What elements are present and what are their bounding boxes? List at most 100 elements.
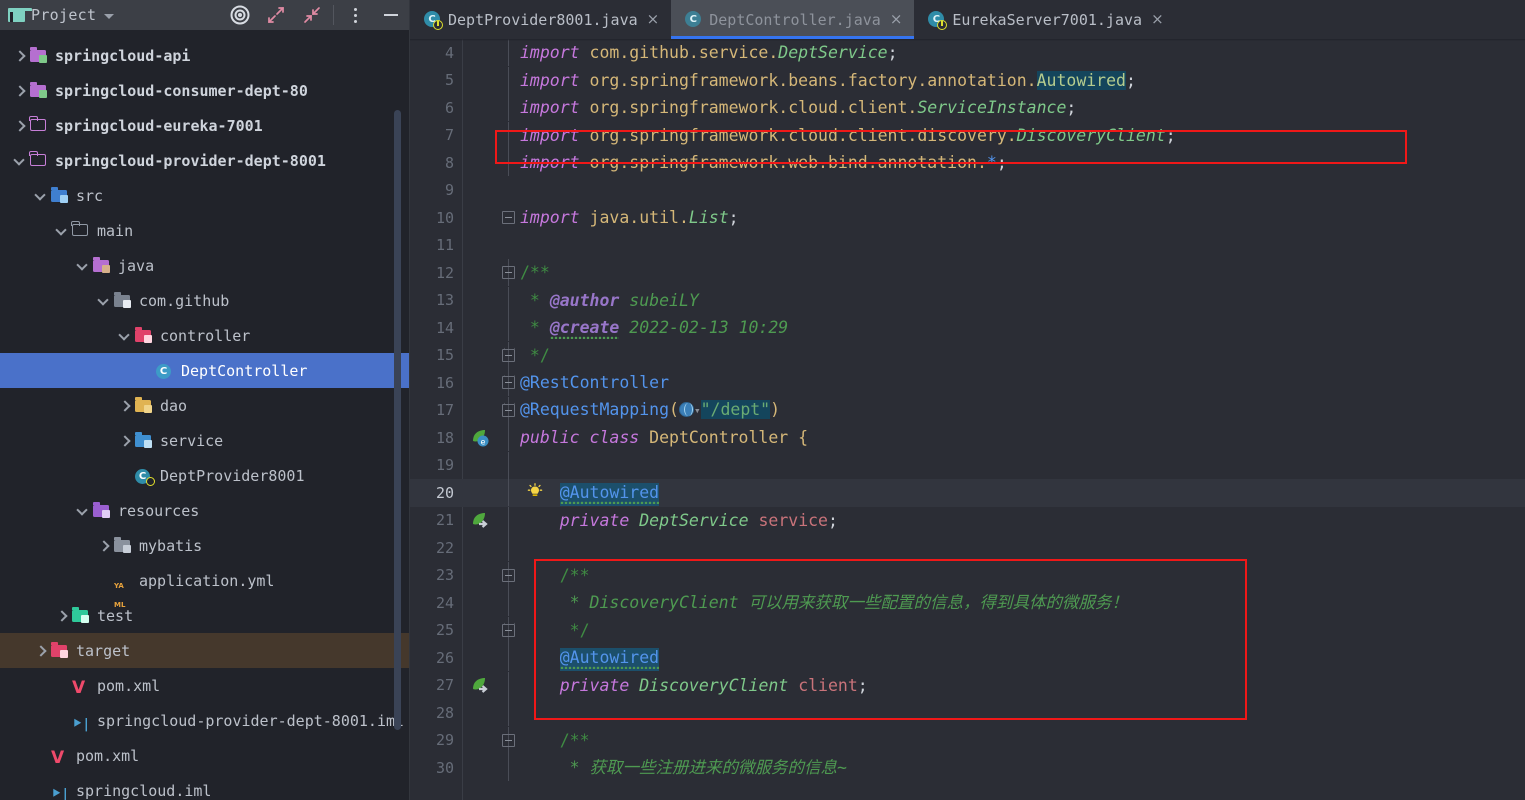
tree-item-service[interactable]: service	[0, 423, 410, 458]
tree-item-mybatis[interactable]: mybatis	[0, 528, 410, 563]
code-line-19[interactable]: 19	[410, 452, 1525, 480]
tree-item-controller[interactable]: controller	[0, 318, 410, 353]
chevron-down-icon[interactable]	[75, 503, 91, 519]
code-text[interactable]: /**	[520, 562, 590, 589]
chevron-down-icon[interactable]	[75, 258, 91, 274]
code-text[interactable]: import org.springframework.beans.factory…	[520, 67, 1136, 94]
gutter-marker-area[interactable]	[462, 259, 498, 286]
code-line-23[interactable]: 23 /**	[410, 562, 1525, 590]
code-text[interactable]: * @create 2022-02-13 10:29	[520, 314, 788, 341]
gutter-marker-area[interactable]	[462, 314, 498, 341]
fold-toggle-icon[interactable]	[502, 211, 515, 224]
code-line-8[interactable]: 8import org.springframework.web.bind.ann…	[410, 149, 1525, 177]
code-text[interactable]: * DiscoveryClient 可以用来获取一些配置的信息，得到具体的微服务…	[520, 589, 1128, 616]
code-text[interactable]: */	[520, 342, 550, 369]
gutter-marker-area[interactable]	[462, 479, 498, 506]
code-line-16[interactable]: 16@RestController	[410, 369, 1525, 397]
code-line-28[interactable]: 28	[410, 699, 1525, 727]
code-text[interactable]: @Autowired	[520, 644, 659, 671]
tree-item-main[interactable]: main	[0, 213, 410, 248]
web-endpoint-icon[interactable]	[679, 402, 694, 417]
code-folding-area[interactable]	[498, 727, 520, 754]
code-folding-area[interactable]	[498, 507, 520, 534]
gutter-marker-area[interactable]	[462, 232, 498, 259]
code-line-5[interactable]: 5import org.springframework.beans.factor…	[410, 67, 1525, 95]
code-text[interactable]: */	[520, 617, 590, 644]
chevron-right-icon[interactable]	[12, 83, 28, 99]
code-text[interactable]: /**	[520, 259, 550, 286]
code-folding-area[interactable]	[498, 617, 520, 644]
code-folding-area[interactable]	[498, 177, 520, 204]
tree-item-com-github[interactable]: com.github	[0, 283, 410, 318]
sidebar-scrollbar[interactable]	[394, 110, 401, 730]
editor-tab-deptprovider8001-java[interactable]: CDeptProvider8001.java×	[410, 0, 671, 39]
chevron-down-icon[interactable]	[12, 153, 28, 169]
code-line-22[interactable]: 22	[410, 534, 1525, 562]
code-folding-area[interactable]	[498, 754, 520, 781]
gutter-marker-area[interactable]	[462, 727, 498, 754]
code-folding-area[interactable]	[498, 232, 520, 259]
code-text[interactable]: private DiscoveryClient client;	[520, 672, 868, 699]
gutter-marker-area[interactable]	[462, 287, 498, 314]
chevron-right-icon[interactable]	[117, 398, 133, 414]
spring-autowired-icon[interactable]	[470, 677, 490, 695]
code-folding-area[interactable]	[498, 39, 520, 66]
code-text[interactable]: import com.github.service.DeptService;	[520, 39, 898, 66]
code-editor[interactable]: 4import com.github.service.DeptService;5…	[410, 39, 1525, 800]
tree-item-springcloud-api[interactable]: springcloud-api	[0, 38, 410, 73]
code-line-11[interactable]: 11	[410, 232, 1525, 260]
code-line-15[interactable]: 15 */	[410, 342, 1525, 370]
tree-item-application-yml[interactable]: YAMLapplication.yml	[0, 563, 410, 598]
gutter-marker-area[interactable]	[462, 617, 498, 644]
tree-item-springcloud-provider-dept-8001-iml[interactable]: ⯈|springcloud-provider-dept-8001.iml	[0, 703, 410, 738]
tree-item-java[interactable]: java	[0, 248, 410, 283]
code-line-18[interactable]: 18epublic class DeptController {	[410, 424, 1525, 452]
code-text[interactable]: import java.util.List;	[520, 204, 739, 231]
gutter-marker-area[interactable]	[462, 122, 498, 149]
code-text[interactable]: public class DeptController {	[520, 424, 808, 451]
code-folding-area[interactable]	[498, 369, 520, 396]
fold-toggle-icon[interactable]	[502, 266, 515, 279]
code-folding-area[interactable]	[498, 94, 520, 121]
code-line-9[interactable]: 9	[410, 177, 1525, 205]
gutter-marker-area[interactable]	[462, 149, 498, 176]
gutter-marker-area[interactable]	[462, 397, 498, 424]
code-folding-area[interactable]	[498, 314, 520, 341]
code-text[interactable]: import org.springframework.web.bind.anno…	[520, 149, 1007, 176]
code-text[interactable]: import org.springframework.cloud.client.…	[520, 122, 1176, 149]
tree-item-test[interactable]: test	[0, 598, 410, 633]
code-line-25[interactable]: 25 */	[410, 617, 1525, 645]
gutter-marker-area[interactable]	[462, 644, 498, 671]
code-folding-area[interactable]	[498, 534, 520, 561]
chevron-right-icon[interactable]	[12, 48, 28, 64]
gutter-marker-area[interactable]	[462, 699, 498, 726]
tree-item-springcloud-provider-dept-8001[interactable]: springcloud-provider-dept-8001	[0, 143, 410, 178]
gutter-marker-area[interactable]	[462, 534, 498, 561]
gutter-marker-area[interactable]	[462, 67, 498, 94]
gutter-marker-area[interactable]: e	[462, 424, 498, 451]
code-line-17[interactable]: 17@RequestMapping(▾"/dept")	[410, 397, 1525, 425]
code-line-26[interactable]: 26 @Autowired	[410, 644, 1525, 672]
tree-item-springcloud-consumer-dept-80[interactable]: springcloud-consumer-dept-80	[0, 73, 410, 108]
code-folding-area[interactable]	[498, 699, 520, 726]
gutter-marker-area[interactable]	[462, 507, 498, 534]
chevron-down-icon[interactable]	[33, 188, 49, 204]
gutter-marker-area[interactable]	[462, 562, 498, 589]
tree-item-springcloud-iml[interactable]: ⯈|springcloud.iml	[0, 773, 410, 800]
tree-item-src[interactable]: src	[0, 178, 410, 213]
gutter-marker-area[interactable]	[462, 177, 498, 204]
spring-autowired-icon[interactable]	[470, 512, 490, 530]
code-line-29[interactable]: 29 /**	[410, 727, 1525, 755]
tree-item-deptcontroller[interactable]: CDeptController	[0, 353, 410, 388]
editor-tab-eurekaserver7001-java[interactable]: CEurekaServer7001.java×	[914, 0, 1175, 39]
expand-all-icon[interactable]	[261, 0, 291, 30]
tree-item-resources[interactable]: resources	[0, 493, 410, 528]
code-folding-area[interactable]	[498, 589, 520, 616]
fold-toggle-icon[interactable]	[502, 569, 515, 582]
fold-toggle-icon[interactable]	[502, 349, 515, 362]
tree-item-springcloud-eureka-7001[interactable]: springcloud-eureka-7001	[0, 108, 410, 143]
tree-item-pom-xml[interactable]: Vpom.xml	[0, 668, 410, 703]
code-folding-area[interactable]	[498, 562, 520, 589]
code-text[interactable]: import org.springframework.cloud.client.…	[520, 94, 1076, 121]
code-folding-area[interactable]	[498, 397, 520, 424]
